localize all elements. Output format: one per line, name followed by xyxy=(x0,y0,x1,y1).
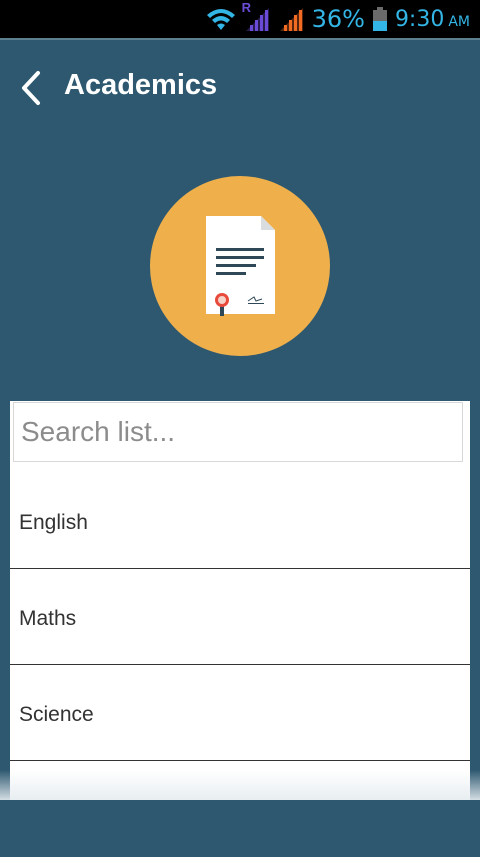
list-item[interactable]: Science xyxy=(10,665,470,761)
scroll-fade-edge xyxy=(0,770,480,800)
battery-percent: 36% xyxy=(311,5,365,33)
status-icons: R 36% 9:30 AM xyxy=(206,0,470,36)
list-item[interactable]: Maths xyxy=(10,569,470,665)
search-box[interactable] xyxy=(13,402,463,462)
certificate-document-icon xyxy=(206,216,275,316)
roaming-letter: R xyxy=(241,0,251,15)
wifi-icon xyxy=(206,9,235,30)
list-item-label: Maths xyxy=(19,607,77,630)
list-item-label: English xyxy=(19,511,88,534)
clock: 9:30 AM xyxy=(395,7,470,32)
list-panel: English Maths Science xyxy=(10,401,470,800)
search-input[interactable] xyxy=(14,403,462,461)
page-title: Academics xyxy=(64,69,218,101)
battery-icon xyxy=(372,7,387,31)
back-button[interactable] xyxy=(16,68,48,108)
list-item-label: Science xyxy=(19,703,94,726)
hero-badge xyxy=(150,176,330,356)
clock-time: 9:30 xyxy=(394,6,445,32)
list-item[interactable]: English xyxy=(10,473,470,569)
clock-ampm: AM xyxy=(448,13,470,30)
signal-roaming-icon: R xyxy=(242,0,270,32)
signal-icon xyxy=(279,8,303,31)
status-bar: R 36% 9:30 AM xyxy=(0,0,480,38)
chevron-left-icon xyxy=(22,71,40,105)
app-bar: Academics xyxy=(0,40,480,136)
